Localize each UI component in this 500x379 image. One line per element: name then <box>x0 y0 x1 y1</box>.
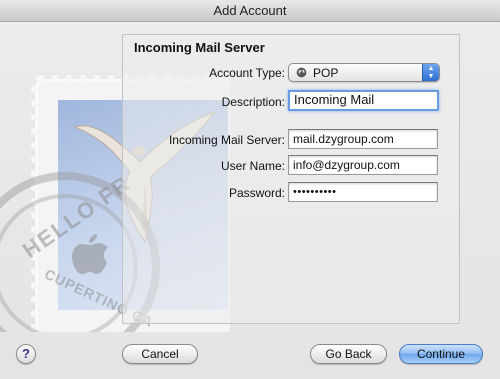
account-type-select[interactable]: POP ▲ ▼ <box>288 63 440 82</box>
user-name-field[interactable]: info@dzygroup.com <box>288 155 438 175</box>
description-field[interactable]: Incoming Mail <box>288 90 439 111</box>
cancel-button[interactable]: Cancel <box>122 344 198 364</box>
window-title: Add Account <box>0 0 500 22</box>
password-field[interactable]: •••••••••• <box>288 182 438 202</box>
incoming-server-label: Incoming Mail Server: <box>168 133 285 147</box>
password-label: Password: <box>228 186 285 200</box>
apple-logo-icon <box>72 234 108 274</box>
help-button[interactable]: ? <box>16 344 36 364</box>
account-type-value: POP <box>313 66 339 80</box>
select-arrows-icon: ▲ ▼ <box>422 64 439 81</box>
incoming-server-field[interactable]: mail.dzygroup.com <box>288 129 438 149</box>
account-type-label: Account Type: <box>209 66 285 80</box>
add-account-window: Add Account HELLO FR CUPERTINO CA Incomi… <box>0 0 500 379</box>
section-title: Incoming Mail Server <box>134 40 265 55</box>
globe-icon <box>296 67 307 78</box>
go-back-button[interactable]: Go Back <box>310 344 387 364</box>
description-label: Description: <box>221 95 285 109</box>
continue-button[interactable]: Continue <box>399 344 483 364</box>
user-name-label: User Name: <box>220 159 285 173</box>
